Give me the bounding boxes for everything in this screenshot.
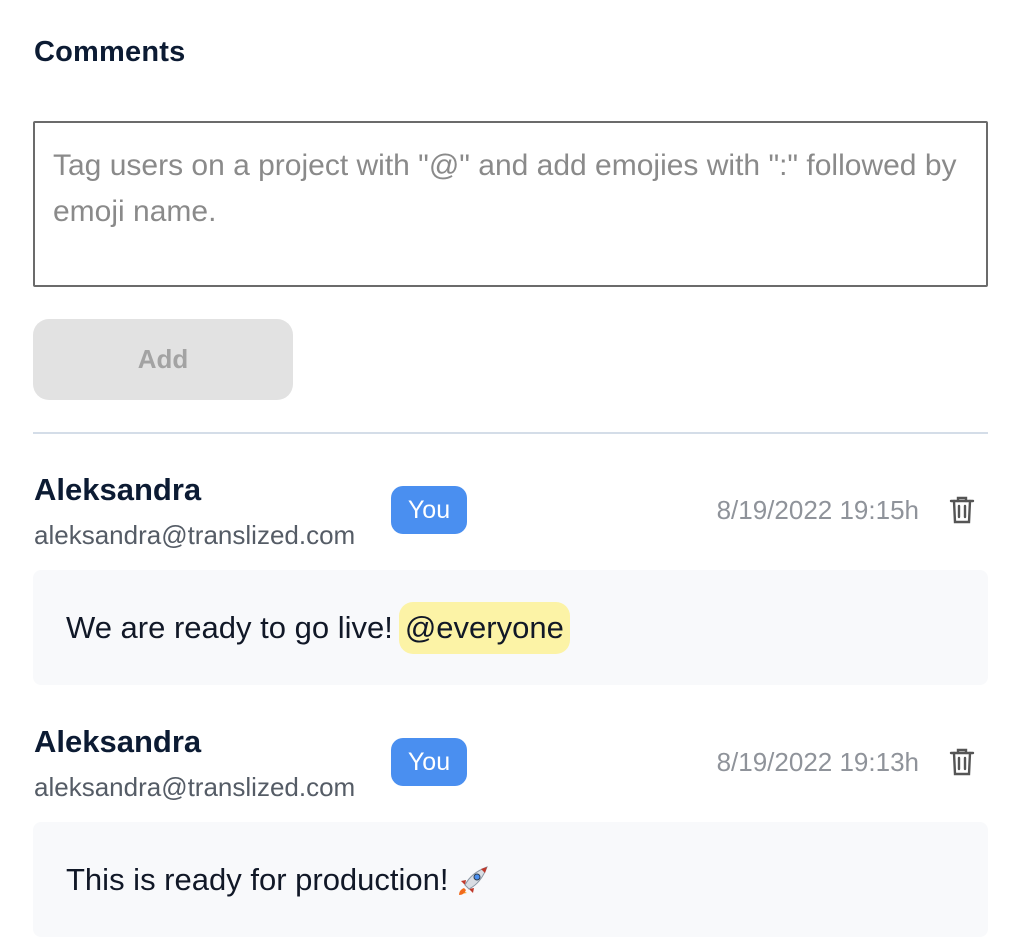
comment-timestamp: 8/19/2022 19:13h [716,747,919,777]
comment-input[interactable] [33,121,988,287]
comment-author-name: Aleksandra [34,724,202,759]
comment-author-email: aleksandra@translized.com [34,772,356,802]
you-badge: You [391,486,467,534]
divider [33,432,988,434]
comment-text: We are ready to go live! [66,609,393,645]
comments-title: Comments [34,36,186,68]
comment-author-name: Aleksandra [34,472,202,507]
comment-body: We are ready to go live! @everyone [33,570,988,685]
comment-author-email: aleksandra@translized.com [34,520,356,550]
trash-icon[interactable] [949,747,975,777]
mention-tag[interactable]: @everyone [398,601,570,654]
rocket-icon [458,865,488,895]
you-badge: You [391,738,467,786]
trash-icon[interactable] [949,495,975,525]
comment-timestamp: 8/19/2022 19:15h [716,495,919,525]
comment-body: This is ready for production! [33,822,988,937]
add-comment-button[interactable]: Add [33,319,293,400]
comment-text: This is ready for production! [66,861,449,897]
